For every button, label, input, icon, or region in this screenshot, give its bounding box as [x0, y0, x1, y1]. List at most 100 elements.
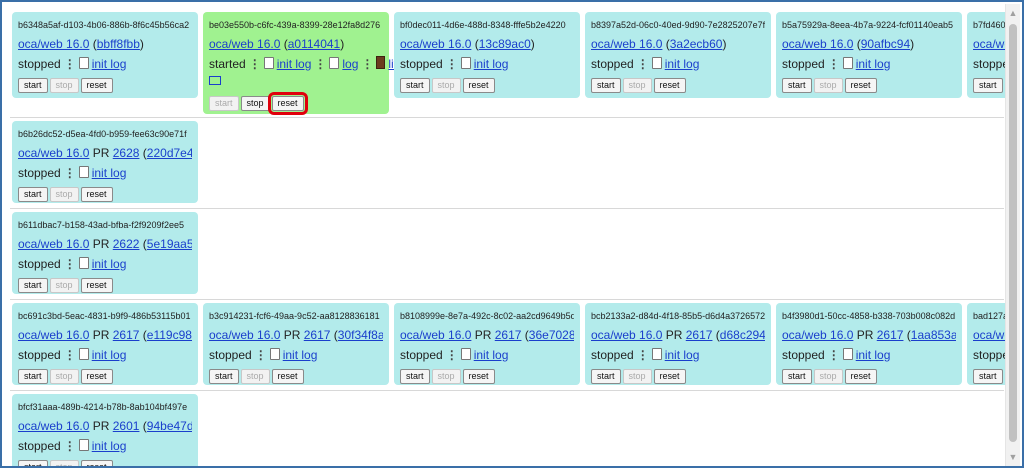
reset-button[interactable]: reset [267, 91, 308, 115]
reset-button[interactable]: reset [653, 368, 686, 384]
reset-button[interactable]: reset [462, 368, 495, 384]
menu-icon[interactable]: ⋮ [637, 348, 649, 362]
vertical-scrollbar[interactable]: ▲ ▼ [1005, 4, 1020, 466]
repo-link[interactable]: oca/web 16.0 [18, 419, 89, 433]
repo-link[interactable]: oca/web 16.0 [782, 328, 853, 342]
start-button[interactable]: start [18, 277, 48, 293]
reset-button[interactable]: reset [462, 77, 495, 93]
reset-button[interactable]: reset [80, 368, 113, 384]
start-button[interactable]: start [782, 77, 812, 93]
reset-button[interactable]: reset [844, 77, 877, 93]
menu-icon[interactable]: ⋮ [64, 257, 76, 271]
menu-icon[interactable]: ⋮ [64, 348, 76, 362]
reset-button[interactable]: reset [80, 277, 113, 293]
menu-icon[interactable]: ⋮ [637, 57, 649, 71]
init-log-link[interactable]: init log [92, 166, 127, 180]
start-button[interactable]: start [209, 368, 239, 384]
commit-link[interactable]: 94be47d7 [147, 419, 192, 433]
stop-button[interactable]: stop [431, 77, 461, 93]
commit-link[interactable]: d68c2941 [720, 328, 765, 342]
stop-button[interactable]: stop [431, 368, 461, 384]
commit-link[interactable]: 1aa853aa [911, 328, 956, 342]
stop-button[interactable]: stop [49, 186, 79, 202]
commit-link[interactable]: 3a2ecb60 [670, 37, 723, 51]
init-log-link[interactable]: init log [92, 257, 127, 271]
reset-button[interactable]: reset [271, 368, 304, 384]
stop-button[interactable]: stop [622, 77, 652, 93]
init-log-link[interactable]: init log [665, 57, 700, 71]
repo-link[interactable]: oca/web 16.0 [209, 328, 280, 342]
stop-button[interactable]: stop [240, 368, 270, 384]
pr-link[interactable]: 2617 [113, 328, 140, 342]
start-button[interactable]: start [18, 77, 48, 93]
menu-icon[interactable]: ⋮ [64, 166, 76, 180]
menu-icon[interactable]: ⋮ [828, 57, 840, 71]
commit-link[interactable]: 13c89ac0 [479, 37, 531, 51]
commit-link[interactable]: e119c98c [147, 328, 192, 342]
start-button[interactable]: start [973, 368, 1003, 384]
scrollbar-thumb[interactable] [1009, 24, 1017, 442]
init-log-link[interactable]: init log [277, 57, 312, 71]
menu-icon[interactable]: ⋮ [64, 57, 76, 71]
start-button[interactable]: start [18, 368, 48, 384]
commit-link[interactable]: 90afbc94 [861, 37, 910, 51]
stop-button[interactable]: stop [813, 368, 843, 384]
repo-link[interactable]: oca/web 16.0 [591, 328, 662, 342]
repo-link[interactable]: oca/web 16.0 [18, 328, 89, 342]
start-button[interactable]: start [400, 368, 430, 384]
pr-link[interactable]: 2617 [686, 328, 713, 342]
init-log-link[interactable]: init log [856, 348, 891, 362]
init-log-link[interactable]: init log [92, 439, 127, 453]
init-log-link[interactable]: init log [474, 57, 509, 71]
start-button[interactable]: start [18, 186, 48, 202]
menu-icon[interactable]: ⋮ [828, 348, 840, 362]
init-log-link[interactable]: init log [92, 57, 127, 71]
pr-link[interactable]: 2601 [113, 419, 140, 433]
start-button[interactable]: start [400, 77, 430, 93]
menu-icon[interactable]: ⋮ [249, 57, 261, 71]
reset-button[interactable]: reset [80, 459, 113, 466]
init-log-link[interactable]: init log [665, 348, 700, 362]
log-link[interactable]: log [342, 57, 358, 71]
repo-link[interactable]: oca/web 16.0 [18, 146, 89, 160]
scroll-up-arrow-icon[interactable]: ▲ [1006, 6, 1020, 20]
repo-link[interactable]: oca/web 16.0 [782, 37, 853, 51]
reset-button[interactable]: reset [844, 368, 877, 384]
pr-link[interactable]: 2617 [877, 328, 904, 342]
menu-icon[interactable]: ⋮ [64, 439, 76, 453]
repo-link[interactable]: oca/web 16.0 [18, 37, 89, 51]
stop-button[interactable]: stop [49, 277, 79, 293]
reset-button[interactable]: reset [80, 186, 113, 202]
pr-link[interactable]: 2628 [113, 146, 140, 160]
start-button[interactable]: start [591, 368, 621, 384]
menu-icon[interactable]: ⋮ [446, 57, 458, 71]
start-button[interactable]: start [782, 368, 812, 384]
scroll-down-arrow-icon[interactable]: ▼ [1006, 450, 1020, 464]
repo-link[interactable]: oca/web 16.0 [18, 237, 89, 251]
start-button[interactable]: start [18, 459, 48, 466]
commit-link[interactable]: 220d7e40 [147, 146, 192, 160]
commit-link[interactable]: 36e7028b [529, 328, 574, 342]
commit-link[interactable]: bbff8fbb [97, 37, 140, 51]
stop-button[interactable]: stop [622, 368, 652, 384]
stop-button[interactable]: stop [240, 95, 270, 111]
repo-link[interactable]: oca/web 16.0 [400, 328, 471, 342]
commit-link[interactable]: a0114041 [288, 37, 341, 51]
start-button[interactable]: start [209, 95, 239, 111]
start-button[interactable]: start [591, 77, 621, 93]
repo-link[interactable]: oca/web 16.0 [400, 37, 471, 51]
pr-link[interactable]: 2622 [113, 237, 140, 251]
pr-link[interactable]: 2617 [495, 328, 522, 342]
stop-button[interactable]: stop [49, 368, 79, 384]
repo-link[interactable]: oca/web 16.0 [591, 37, 662, 51]
menu-icon[interactable]: ⋮ [255, 348, 267, 362]
stop-button[interactable]: stop [49, 459, 79, 466]
init-log-link[interactable]: init log [283, 348, 318, 362]
stop-button[interactable]: stop [813, 77, 843, 93]
init-log-link[interactable]: init log [856, 57, 891, 71]
init-log-link[interactable]: init log [92, 348, 127, 362]
reset-button[interactable]: reset [653, 77, 686, 93]
start-button[interactable]: start [973, 77, 1003, 93]
commit-link[interactable]: 30f34f8a [338, 328, 383, 342]
init-log-link[interactable]: init log [474, 348, 509, 362]
